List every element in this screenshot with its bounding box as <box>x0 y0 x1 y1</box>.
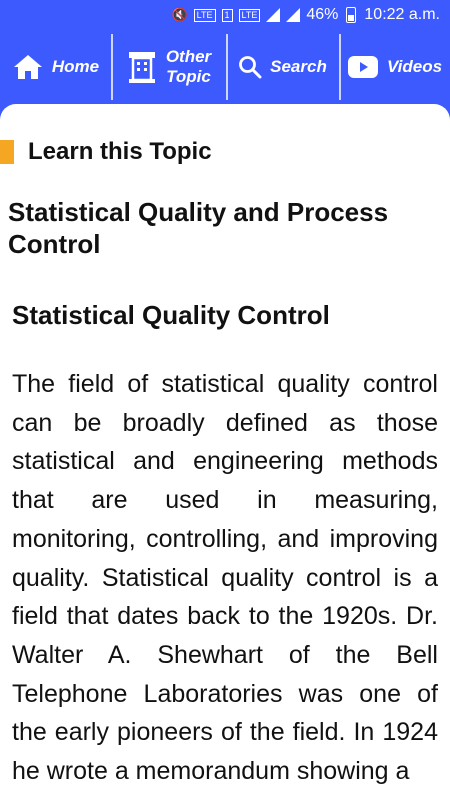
nav-search-label: Search <box>270 57 327 76</box>
signal-icon <box>266 8 281 22</box>
learn-header: Learn this Topic <box>0 132 450 172</box>
status-bar: 🔇 LTE 1 LTE 46% 10:22 a.m. <box>0 0 450 30</box>
section-title: Statistical Quality Control <box>12 300 330 330</box>
nav-other-topic-label: Other Topic <box>166 47 211 87</box>
nav-videos-label: Videos <box>386 57 443 76</box>
learn-label: Learn this Topic <box>28 138 212 165</box>
home-icon <box>13 55 42 79</box>
nav-other-topic[interactable]: Other Topic <box>111 30 226 104</box>
signal-icon-2 <box>286 8 301 22</box>
battery-percent: 46% <box>306 6 339 23</box>
nav-videos[interactable]: Videos <box>339 30 450 104</box>
battery-icon <box>346 7 357 23</box>
lte-indicator-2: LTE <box>238 8 261 22</box>
clock: 10:22 a.m. <box>364 6 440 23</box>
nav-home[interactable]: Home <box>0 30 111 104</box>
top-navigation: Home Other Topic Search Videos <box>0 30 450 104</box>
accent-bar <box>0 140 14 164</box>
page-title: Statistical Quality and Process Control <box>8 197 389 259</box>
nav-home-label: Home <box>51 57 100 76</box>
nav-other-line1: Other <box>165 47 212 66</box>
video-play-icon <box>347 56 378 78</box>
nav-other-line2: Topic <box>166 67 211 86</box>
nav-search[interactable]: Search <box>226 30 339 104</box>
body-paragraph: The field of statistical quality control… <box>12 370 438 786</box>
content-card: Learn this Topic Statistical Quality and… <box>0 104 450 800</box>
search-icon <box>239 56 262 79</box>
building-icon <box>128 52 155 83</box>
mute-icon: 🔇 <box>171 7 188 22</box>
lte-indicator: LTE <box>193 8 216 22</box>
sim-indicator: 1 <box>221 8 233 22</box>
